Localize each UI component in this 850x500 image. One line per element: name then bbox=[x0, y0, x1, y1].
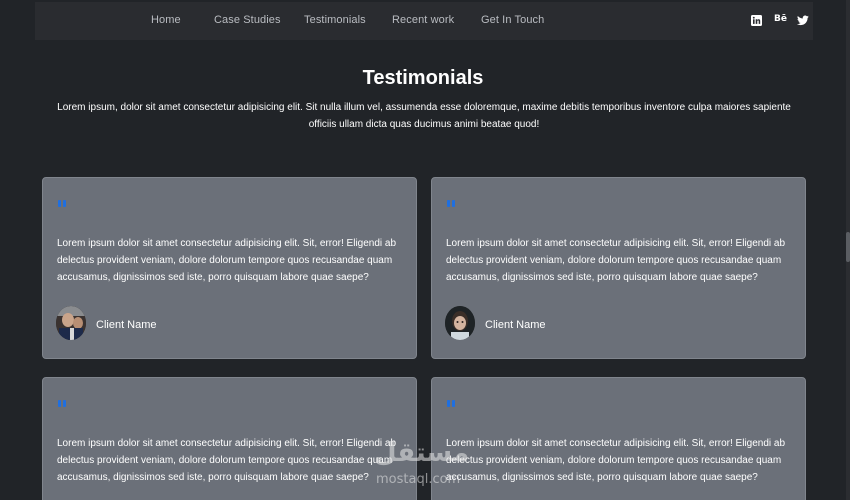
testimonial-card: Lorem ipsum dolor sit amet consectetur a… bbox=[431, 177, 806, 359]
nav-links: Home Case Studies Testimonials Recent wo… bbox=[35, 2, 635, 40]
nav-link-get-in-touch[interactable]: Get In Touch bbox=[481, 14, 544, 26]
testimonial-card: Lorem ipsum dolor sit amet consectetur a… bbox=[42, 177, 417, 359]
scrollbar-thumb[interactable] bbox=[846, 232, 850, 262]
nav-link-recent-work[interactable]: Recent work bbox=[392, 14, 454, 26]
watermark-arabic: مستقل bbox=[374, 438, 470, 468]
quote-icon bbox=[57, 200, 67, 210]
testimonial-text: Lorem ipsum dolor sit amet consectetur a… bbox=[446, 238, 786, 283]
mostaql-watermark: مستقل mostaql.com bbox=[372, 438, 482, 490]
behance-icon[interactable]: Bē bbox=[774, 14, 787, 24]
nav-link-home[interactable]: Home bbox=[151, 14, 181, 26]
navbar: Home Case Studies Testimonials Recent wo… bbox=[35, 2, 813, 40]
testimonial-text: Lorem ipsum dolor sit amet consectetur a… bbox=[57, 238, 397, 283]
testimonial-card: Lorem ipsum dolor sit amet consectetur a… bbox=[42, 377, 417, 500]
nav-link-testimonials[interactable]: Testimonials bbox=[304, 14, 366, 26]
page-scrollbar[interactable] bbox=[846, 0, 850, 500]
social-links: Bē bbox=[751, 14, 811, 29]
testimonial-text: Lorem ipsum dolor sit amet consectetur a… bbox=[446, 438, 786, 483]
quote-icon bbox=[57, 400, 67, 410]
client-avatar bbox=[56, 306, 86, 340]
quote-icon bbox=[446, 200, 456, 210]
section-description: Lorem ipsum, dolor sit amet consectetur … bbox=[57, 102, 791, 130]
twitter-icon[interactable] bbox=[797, 15, 809, 26]
testimonial-card: Lorem ipsum dolor sit amet consectetur a… bbox=[431, 377, 806, 500]
client-avatar bbox=[445, 306, 475, 340]
quote-icon bbox=[446, 400, 456, 410]
client-name: Client Name bbox=[485, 319, 546, 331]
client-name: Client Name bbox=[96, 319, 157, 331]
watermark-latin: mostaql.com bbox=[376, 472, 461, 487]
section-title: Testimonials bbox=[362, 67, 484, 89]
linkedin-icon[interactable] bbox=[751, 15, 762, 26]
nav-link-case-studies[interactable]: Case Studies bbox=[214, 14, 281, 26]
testimonial-text: Lorem ipsum dolor sit amet consectetur a… bbox=[57, 438, 397, 483]
